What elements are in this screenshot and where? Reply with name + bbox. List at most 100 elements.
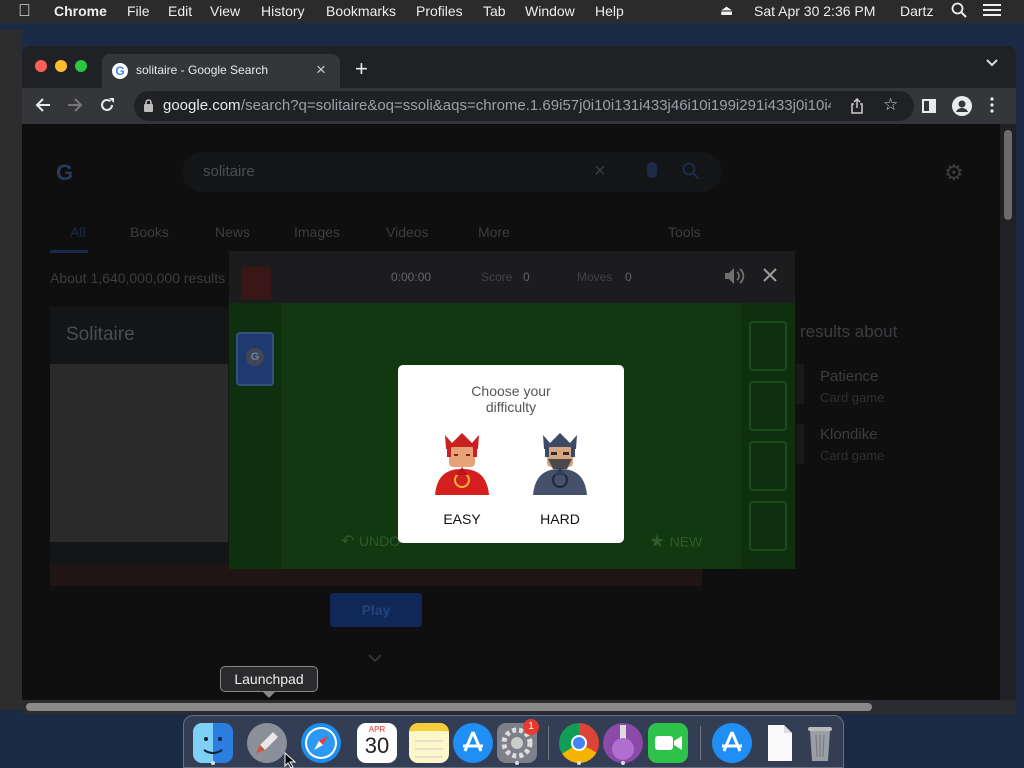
new-tab-icon[interactable]: + <box>355 56 368 82</box>
tab-more[interactable]: More <box>478 224 510 240</box>
menu-profiles[interactable]: Profiles <box>416 3 463 19</box>
app-store-icon[interactable] <box>453 723 493 763</box>
horizontal-scrollbar-thumb[interactable] <box>26 703 872 711</box>
side-item-title[interactable]: Klondike <box>820 426 878 443</box>
profile-avatar[interactable] <box>952 96 972 116</box>
document-icon[interactable] <box>760 723 800 763</box>
tab-all[interactable]: All <box>70 224 86 240</box>
foundation-slot-diamonds[interactable] <box>749 381 787 431</box>
spotlight-search-icon[interactable] <box>951 2 967 18</box>
running-indicator <box>577 761 581 765</box>
moves-label: Moves <box>577 270 613 284</box>
forward-icon[interactable] <box>67 97 83 113</box>
tab-news[interactable]: News <box>215 224 250 240</box>
menu-bookmarks[interactable]: Bookmarks <box>326 3 396 19</box>
menubar-clock[interactable]: Sat Apr 30 2:36 PM <box>754 3 875 19</box>
clear-search-icon[interactable]: × <box>594 160 606 183</box>
eject-icon[interactable]: ⏏ <box>720 2 733 19</box>
undo-icon: ↶ <box>341 533 355 550</box>
calendar-day: 30 <box>364 733 390 758</box>
minimize-window-button[interactable] <box>55 60 67 72</box>
foundation-slot-clubs[interactable] <box>749 441 787 491</box>
apple-menu-icon[interactable]:  <box>18 1 31 21</box>
trash-icon[interactable] <box>800 723 840 763</box>
new-game-button[interactable]: ★ NEW <box>649 531 702 551</box>
close-game-icon[interactable] <box>762 267 778 283</box>
calendar-icon[interactable]: APR 30 <box>357 723 397 763</box>
kebab-menu-icon[interactable] <box>990 97 994 113</box>
back-icon[interactable] <box>35 97 51 113</box>
easy-option[interactable]: EASY <box>428 431 496 527</box>
finder-icon[interactable] <box>193 723 233 763</box>
side-header: results about <box>800 322 898 341</box>
safari-icon[interactable] <box>301 723 341 763</box>
zoom-window-button[interactable] <box>75 60 87 72</box>
tab-search-chevron-icon[interactable] <box>985 58 999 68</box>
dock-tooltip: Launchpad <box>220 666 318 692</box>
stock-pile-card[interactable]: G <box>236 332 274 386</box>
menu-edit[interactable]: Edit <box>168 3 192 19</box>
expand-chevron-icon[interactable] <box>368 654 382 662</box>
tab-images[interactable]: Images <box>294 224 340 240</box>
foundation-slot-hearts[interactable] <box>749 321 787 371</box>
tab-videos[interactable]: Videos <box>386 224 429 240</box>
menu-app-name[interactable]: Chrome <box>54 3 107 19</box>
running-indicator <box>211 761 215 765</box>
app-store-downloads-icon[interactable] <box>712 723 752 763</box>
bookmark-star-icon[interactable]: ☆ <box>883 95 898 115</box>
lock-icon[interactable] <box>143 99 154 112</box>
menu-help[interactable]: Help <box>595 3 624 19</box>
undo-button[interactable]: ↶ UNDO <box>341 531 400 551</box>
horizontal-scrollbar[interactable] <box>22 700 1016 714</box>
url-path: /search?q=solitaire&oq=ssoli&aqs=chrome.… <box>241 97 831 114</box>
side-item-thumb <box>796 364 804 404</box>
side-item-thumb <box>796 424 804 464</box>
chrome-icon[interactable] <box>559 723 599 763</box>
side-panel-icon[interactable] <box>922 99 936 113</box>
card-title: Solitaire <box>66 324 135 345</box>
installer-icon[interactable] <box>603 723 643 763</box>
search-icon[interactable] <box>682 162 700 180</box>
vertical-scrollbar-thumb[interactable] <box>1004 130 1012 220</box>
menu-tab[interactable]: Tab <box>483 3 506 19</box>
dock-divider <box>548 726 549 760</box>
foundation-slot-spades[interactable] <box>749 501 787 551</box>
background-window <box>0 30 22 710</box>
close-window-button[interactable] <box>35 60 47 72</box>
sound-icon[interactable] <box>723 266 745 286</box>
page-viewport: G solitaire × ⚙ All Books News Images Vi… <box>22 124 1000 700</box>
side-item-title[interactable]: Patience <box>820 368 878 385</box>
settings-gear-icon[interactable]: ⚙ <box>944 160 964 186</box>
red-king-icon <box>433 431 491 495</box>
reload-icon[interactable] <box>99 97 115 113</box>
search-query: solitaire <box>203 163 255 180</box>
google-logo[interactable]: G <box>56 160 110 186</box>
moves-value: 0 <box>625 270 632 284</box>
hard-option[interactable]: HARD <box>526 431 594 527</box>
voice-search-icon[interactable] <box>647 162 657 178</box>
tools-button[interactable]: Tools <box>668 224 701 240</box>
score-value: 0 <box>523 270 530 284</box>
badge-count: 1 <box>528 721 534 732</box>
close-tab-icon[interactable]: × <box>316 60 326 80</box>
tab-books[interactable]: Books <box>130 224 169 240</box>
share-icon[interactable] <box>850 98 864 114</box>
control-center-icon[interactable] <box>983 3 1001 17</box>
menu-history[interactable]: History <box>261 3 305 19</box>
menu-window[interactable]: Window <box>525 3 575 19</box>
url-host: google.com <box>163 97 241 114</box>
search-box[interactable] <box>182 152 722 192</box>
notes-icon[interactable] <box>409 723 449 763</box>
blue-king-icon <box>531 431 589 495</box>
notification-badge: 1 <box>523 719 539 735</box>
game-timer: 0:00:00 <box>391 270 432 284</box>
menubar-user[interactable]: Dartz <box>900 3 933 19</box>
launchpad-icon[interactable] <box>247 723 287 763</box>
menu-view[interactable]: View <box>210 3 240 19</box>
address-bar[interactable]: google.com /search?q=solitaire&oq=ssoli&… <box>134 91 914 121</box>
play-button[interactable]: Play <box>330 593 422 627</box>
menu-file[interactable]: File <box>127 3 150 19</box>
facetime-icon[interactable] <box>648 723 688 763</box>
mouse-cursor-icon <box>284 752 296 768</box>
browser-tab[interactable]: G solitaire - Google Search × <box>102 54 340 88</box>
